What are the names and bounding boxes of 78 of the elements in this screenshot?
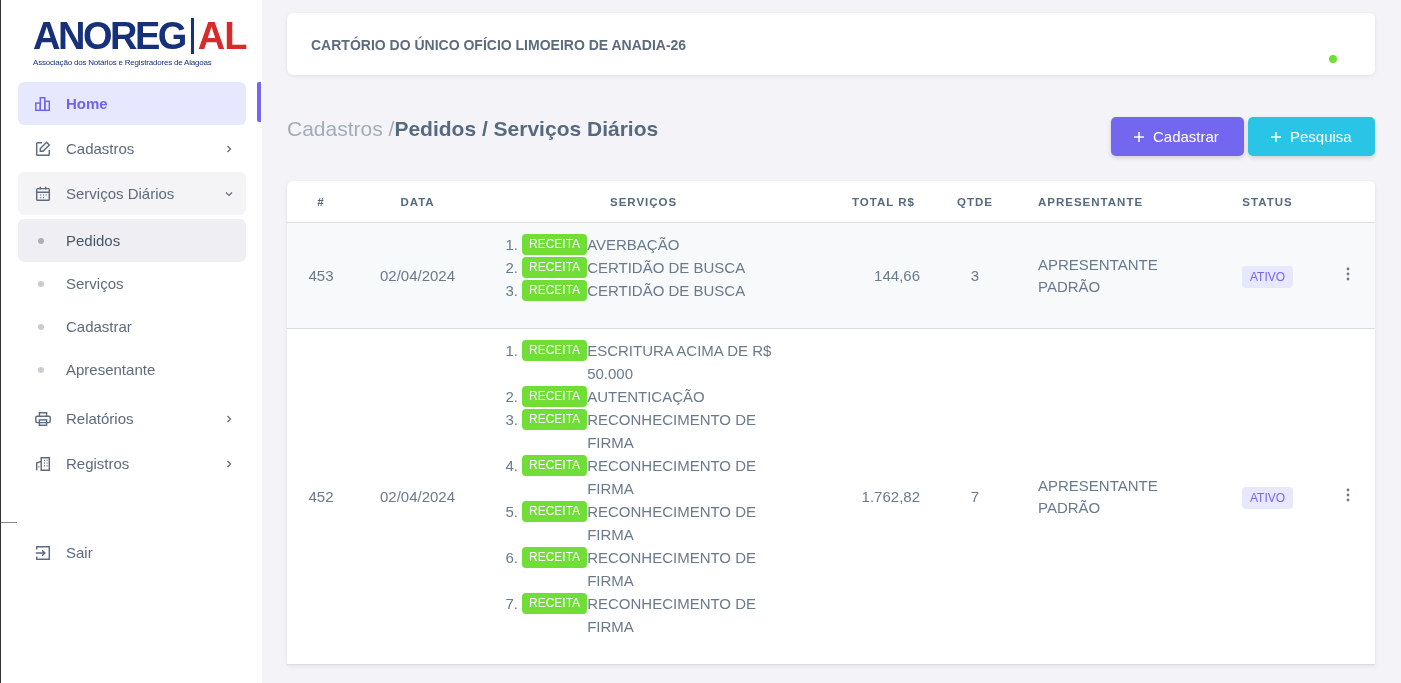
tag: RECEITA <box>522 386 588 407</box>
plus-icon <box>1133 130 1145 143</box>
column-header: APRESENTANTE <box>1020 181 1215 223</box>
plus-icon <box>1270 130 1282 143</box>
list-number: 5. <box>504 502 519 522</box>
tag: RECEITA <box>522 593 588 614</box>
tag: RECEITA <box>522 501 588 522</box>
tag: RECEITA <box>522 547 588 568</box>
add-button[interactable]: Cadastrar <box>1111 117 1244 156</box>
table-cell: 452 <box>308 488 334 505</box>
column-header: QTDE <box>930 181 1020 223</box>
service-name: RECONHECIMENTO DE FIRMA <box>587 410 758 453</box>
status-badge: ATIVO <box>1241 487 1294 509</box>
nav-item[interactable]: Serviços Diários <box>18 172 246 215</box>
logo-text: ANOREG <box>33 16 185 56</box>
column-header: # <box>287 181 355 223</box>
more-options-icon[interactable] <box>1345 267 1350 281</box>
more-options-icon[interactable] <box>1345 488 1350 502</box>
table-cell: 1.762,82 <box>861 488 920 505</box>
table-cell: 02/04/2024 <box>379 488 456 505</box>
service-name: RECONHECIMENTO DE FIRMA <box>587 456 758 499</box>
service-name: CERTIDÃO DE BUSCA <box>587 281 747 301</box>
list-number: 7. <box>504 594 519 614</box>
list-number: 1. <box>504 341 519 361</box>
nav-item[interactable]: Home <box>18 82 246 125</box>
tag: RECEITA <box>522 340 588 361</box>
chevron-right-icon <box>224 413 234 424</box>
list-number: 3. <box>504 281 519 301</box>
column-header: SERVIÇOS <box>480 181 830 223</box>
nav-item[interactable]: Registros <box>18 442 246 485</box>
printer-icon <box>34 409 52 428</box>
bar-chart-icon <box>34 94 52 113</box>
list-number: 2. <box>504 258 519 278</box>
page-title: Pedidos / Serviços Diários <box>394 117 659 140</box>
building-icon <box>34 454 52 473</box>
list-number: 2. <box>504 387 519 407</box>
edit-icon <box>34 139 52 158</box>
service-name: RECONHECIMENTO DE FIRMA <box>587 502 758 545</box>
service-name: ESCRITURA ACIMA DE R$ 50.000 <box>587 341 773 384</box>
column-header: STATUS <box>1215 181 1320 223</box>
service-name: CERTIDÃO DE BUSCA <box>587 258 747 278</box>
service-name: AUTENTICAÇÃO <box>587 387 706 407</box>
list-number: 4. <box>504 456 519 476</box>
nav-subitem[interactable]: Pedidos <box>18 219 246 262</box>
service-name: AVERBAÇÃO <box>587 235 681 255</box>
column-header: DATA <box>355 181 480 223</box>
service-name: RECONHECIMENTO DE FIRMA <box>587 594 758 637</box>
column-header: TOTAL R$ <box>830 181 930 223</box>
list-number: 3. <box>504 410 519 430</box>
table-cell: 02/04/2024 <box>379 267 456 284</box>
table-cell: 453 <box>308 267 334 284</box>
table-cell: 144,66 <box>874 267 920 284</box>
logout-item[interactable]: Sair <box>18 531 246 574</box>
list-number: 6. <box>504 548 519 568</box>
chevron-right-icon <box>224 458 234 469</box>
tag: RECEITA <box>522 280 588 301</box>
nav-subitem[interactable]: Cadastrar <box>18 305 246 348</box>
nav-subitem[interactable]: Apresentante <box>18 348 246 391</box>
table-cell-text: APRESENTANTE PADRÃO <box>1038 475 1159 518</box>
nav-subitem[interactable]: Serviços <box>18 262 246 305</box>
table-cell: 7 <box>970 488 980 505</box>
logo-tagline: Associação dos Notários e Registradores de Alagoas <box>33 58 213 67</box>
list-number: 1. <box>504 235 519 255</box>
tag: RECEITA <box>522 257 588 278</box>
table-cell-text: APRESENTANTE PADRÃO <box>1038 254 1159 297</box>
service-name: RECONHECIMENTO DE FIRMA <box>587 548 758 591</box>
table-cell: 3 <box>970 267 980 284</box>
nav-item[interactable]: Relatórios <box>18 397 246 440</box>
calendar-icon <box>34 184 52 203</box>
status-badge: ATIVO <box>1241 266 1294 288</box>
tag: RECEITA <box>522 409 588 430</box>
logo-text: AL <box>197 16 247 56</box>
tag: RECEITA <box>522 234 588 255</box>
office-title: CARTÓRIO DO ÚNICO OFÍCIO LIMOEIRO DE ANADIA-26 <box>311 37 687 53</box>
logout-icon <box>34 543 52 562</box>
tag: RECEITA <box>522 455 588 476</box>
chevron-right-icon <box>224 143 234 154</box>
nav-item[interactable]: Cadastros <box>18 127 246 170</box>
